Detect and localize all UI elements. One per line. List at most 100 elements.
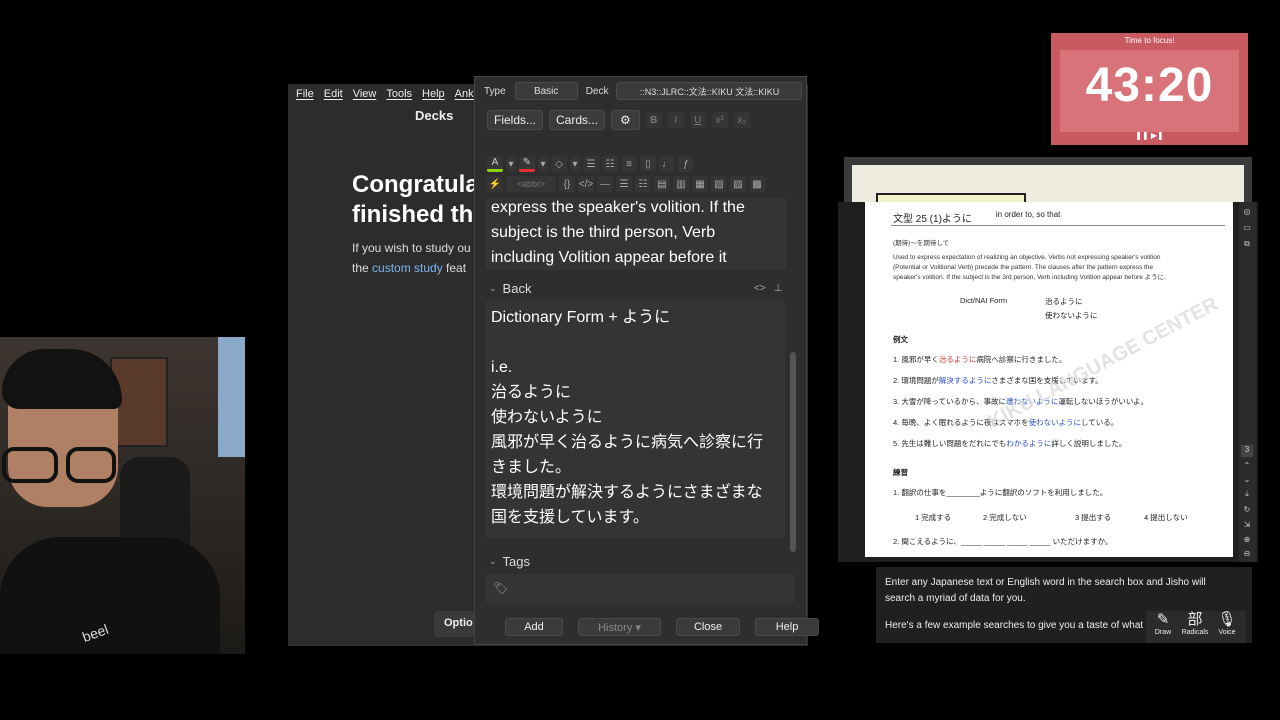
menu-edit[interactable]: Edit: [324, 88, 343, 106]
back-line: 環境問題が解決するようにさまざまな: [491, 484, 763, 501]
congrats-line-1: Congratula: [352, 171, 479, 198]
fields-button[interactable]: Fields...: [487, 110, 544, 130]
copy-icon[interactable]: ⧉: [1241, 239, 1253, 251]
italic-icon[interactable]: I: [667, 112, 684, 128]
menu-help[interactable]: Help: [422, 88, 445, 106]
subscript-icon[interactable]: x₂: [733, 112, 750, 128]
html-editor-icon[interactable]: <>: [754, 283, 766, 294]
pdf-examples-heading: 例文: [893, 335, 908, 344]
webcam-person-shirt: [0, 537, 220, 654]
add-button[interactable]: Add: [505, 618, 563, 636]
cloze-icon[interactable]: ⚡: [487, 176, 503, 192]
pin-icon[interactable]: ⊥: [774, 283, 783, 294]
indent-icon[interactable]: ▥: [673, 176, 689, 192]
attach-icon[interactable]: ▯: [640, 156, 656, 172]
menu-file[interactable]: File: [296, 88, 314, 106]
history-button[interactable]: History ▾: [578, 618, 661, 636]
back-label: Back: [502, 281, 532, 296]
decks-tab-title[interactable]: Decks: [415, 108, 453, 123]
eraser-icon[interactable]: ◇: [551, 156, 567, 172]
chevron-down-icon[interactable]: ▾: [506, 156, 516, 172]
webcam-person-hair: [2, 349, 122, 409]
cards-button[interactable]: Cards...: [549, 110, 606, 130]
tags-input[interactable]: 🏷: [485, 574, 795, 604]
congrats-heading: Congratula finished th: [352, 170, 492, 230]
ordered-list-icon[interactable]: ☷: [635, 176, 651, 192]
align-center-icon[interactable]: ▦: [692, 176, 708, 192]
horizontal-rule-icon[interactable]: —: [597, 176, 613, 192]
underline-icon[interactable]: U: [689, 112, 706, 128]
gear-icon[interactable]: ⚙: [611, 110, 640, 130]
draw-button[interactable]: ✎ Draw: [1150, 611, 1176, 643]
menu-tools[interactable]: Tools: [386, 88, 412, 106]
zoom-in-icon[interactable]: ⊕: [1241, 535, 1253, 547]
fit-icon[interactable]: ⇲: [1241, 520, 1253, 532]
braces-icon[interactable]: {}: [559, 176, 575, 192]
desc-line-1: If you wish to study ou: [352, 241, 471, 255]
custom-study-link[interactable]: custom study: [372, 261, 443, 275]
bold-icon[interactable]: B: [645, 112, 662, 128]
pdf-meaning: (期待)～を期待して: [893, 240, 950, 247]
rotate-icon[interactable]: ↻: [1241, 505, 1253, 517]
pdf-example: 1. 風邪が早く治るように病院へ診察に行きました。: [893, 355, 1067, 364]
pdf-practice-2: 2. 聞こえるように、_____ _____ _____ _____ いただけま…: [893, 537, 1113, 546]
deck-label: Deck: [585, 85, 609, 97]
formula-icon[interactable]: ƒ: [678, 156, 694, 172]
collapse-chevron-icon[interactable]: ⌄: [489, 556, 497, 567]
table-icon[interactable]: ▤: [654, 176, 670, 192]
align-icon[interactable]: ≡: [621, 156, 637, 172]
editor-toolbar-middle: A ▾ ✎ ▾ ◇ ▾ ☰ ☷ ≡ ▯ ♩ ƒ: [487, 156, 694, 172]
help-button[interactable]: Help: [755, 618, 819, 636]
radicals-button[interactable]: 部 Radicals: [1182, 611, 1209, 643]
voice-button[interactable]: 🎙 Voice: [1214, 611, 1240, 643]
microphone-icon[interactable]: ♩: [659, 156, 675, 172]
menu-view[interactable]: View: [353, 88, 377, 106]
tag-icon: 🏷: [493, 581, 509, 595]
align-left-icon[interactable]: ▧: [711, 176, 727, 192]
document-icon[interactable]: ▭: [1241, 223, 1253, 235]
zoom-out-icon[interactable]: ⊖: [1241, 549, 1253, 561]
superscript-icon[interactable]: x²: [711, 112, 728, 128]
pdf-example: 5. 先生は難しい問題をだれにでもわかるように詳しく説明しました。: [893, 439, 1127, 448]
next-page-icon[interactable]: ⤓: [1241, 489, 1253, 501]
front-line: subject is the third person, Verb: [491, 224, 716, 241]
note-type-selector[interactable]: Basic: [514, 82, 578, 100]
text-color-icon[interactable]: A: [487, 156, 503, 172]
abbr-icon[interactable]: <abbr>: [506, 176, 556, 192]
chevron-down-icon[interactable]: ▾: [538, 156, 548, 172]
back-line: 治るように: [491, 384, 572, 401]
timer-controls[interactable]: ❚❚ ▶❚: [1051, 131, 1248, 140]
settings-icon[interactable]: ◎: [1241, 207, 1253, 219]
collapse-chevron-icon[interactable]: ⌄: [489, 283, 497, 294]
back-field-header[interactable]: ⌄ Back: [489, 281, 531, 296]
options-button[interactable]: Optio: [434, 611, 474, 637]
desc-pre: the: [352, 261, 373, 275]
pdf-title-en: in order to, so that: [995, 210, 1061, 219]
align-right-icon[interactable]: ▨: [730, 176, 746, 192]
chevron-down-icon[interactable]: ▾: [570, 156, 580, 172]
bullet-list-icon[interactable]: ☰: [583, 156, 599, 172]
close-button[interactable]: Close: [676, 618, 740, 636]
back-line: [491, 330, 781, 355]
tags-header[interactable]: ⌄ Tags: [489, 554, 530, 569]
highlight-color-icon[interactable]: ✎: [519, 156, 535, 172]
jisho-panel: Enter any Japanese text or English word …: [876, 567, 1252, 643]
chevron-down-icon[interactable]: ⌄: [1241, 475, 1253, 487]
editor-scrollbar[interactable]: [790, 352, 796, 552]
tags-label: Tags: [502, 554, 531, 569]
code-icon[interactable]: </>: [578, 176, 594, 192]
page-number[interactable]: 3: [1241, 445, 1253, 457]
pdf-page[interactable]: 文型 25 (1)ように in order to, so that (期待)～を…: [865, 202, 1233, 557]
chevron-up-icon[interactable]: ⌃: [1241, 461, 1253, 473]
anki-menubar: File Edit View Tools Help Anki: [288, 84, 488, 106]
pdf-practice-heading: 練習: [893, 468, 908, 477]
back-field[interactable]: Dictionary Form + ように i.e. 治るように 使わないように…: [485, 300, 785, 538]
numbered-list-icon[interactable]: ☷: [602, 156, 618, 172]
front-field[interactable]: express the speaker's volition. If the s…: [485, 198, 787, 270]
menu-anki[interactable]: Anki: [455, 88, 476, 106]
back-line: 国を支援しています。: [491, 509, 649, 526]
pdf-choice: 4 提出しない: [1144, 513, 1188, 522]
deck-selector[interactable]: ::N3::JLRC::文法::KIKU 文法::KIKU: [616, 82, 803, 100]
list-icon[interactable]: ☰: [616, 176, 632, 192]
justify-icon[interactable]: ▩: [749, 176, 765, 192]
